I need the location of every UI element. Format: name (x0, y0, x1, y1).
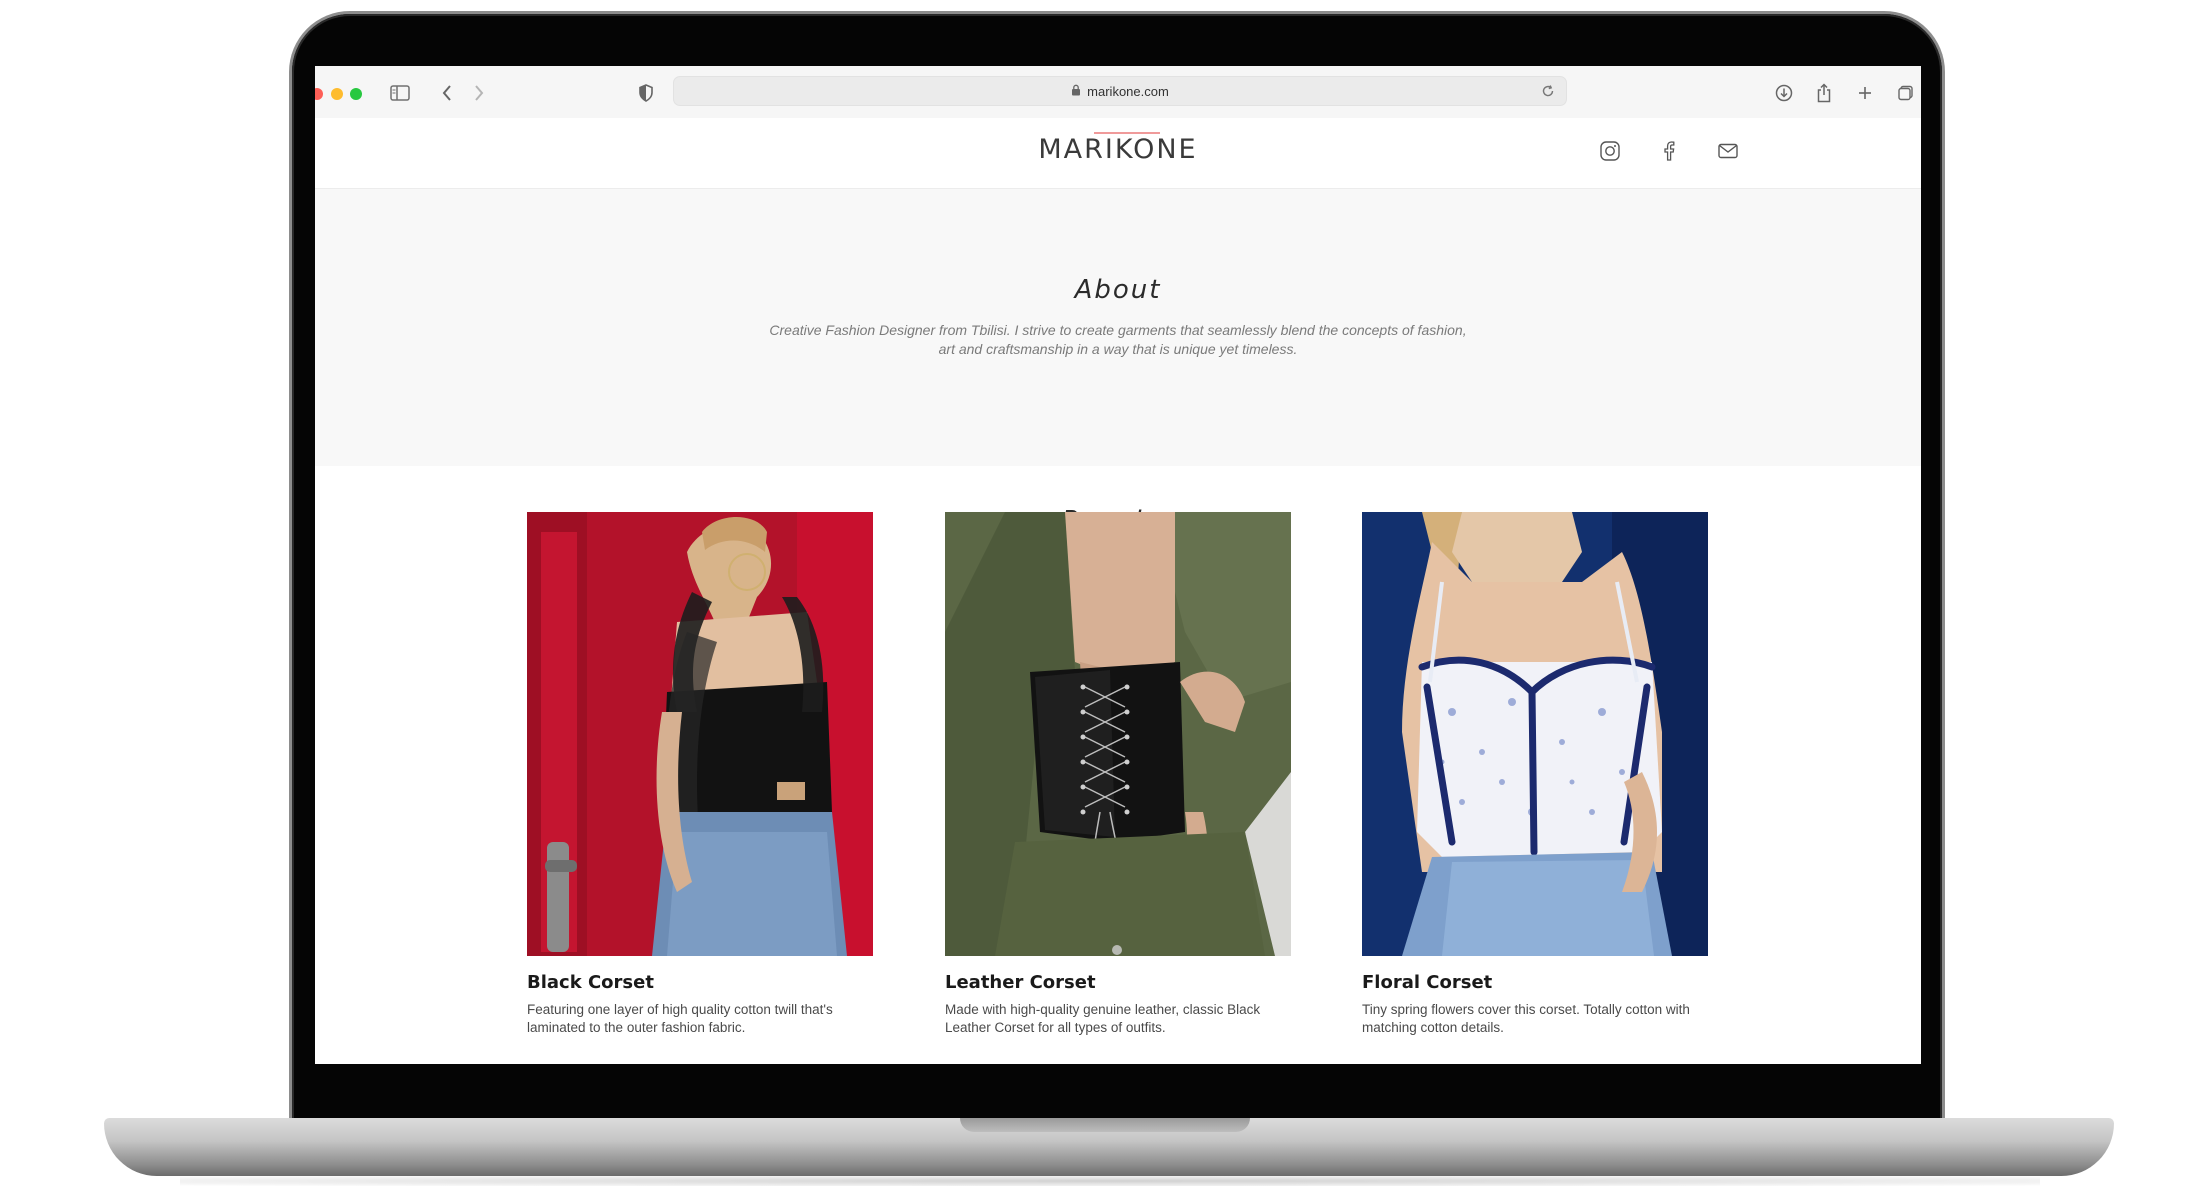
product-description: Made with high-quality genuine leather, … (945, 1002, 1261, 1035)
minimize-window-dot[interactable] (331, 88, 343, 100)
tab-overview-icon[interactable] (1891, 78, 1921, 108)
back-icon[interactable] (432, 78, 462, 108)
share-icon[interactable] (1809, 78, 1839, 108)
browser-toolbar: marikone.com (315, 66, 1921, 119)
browser-window: marikone.com MARIKONE About Creative Fas… (315, 66, 1921, 1064)
laptop-shadow (180, 1176, 2040, 1186)
site-header: MARIKONE (315, 118, 1921, 189)
product-card-leather-corset[interactable]: Leather Corset Made with high-quality ge… (945, 512, 1291, 1052)
close-window-dot[interactable] (315, 88, 323, 100)
forward-icon[interactable] (464, 78, 494, 108)
downloads-icon[interactable] (1769, 78, 1799, 108)
product-card-floral-corset[interactable]: Floral Corset Tiny spring flowers cover … (1362, 512, 1708, 1052)
laptop-notch (960, 1118, 1250, 1132)
reload-icon[interactable] (1538, 81, 1558, 101)
address-bar[interactable]: marikone.com (673, 76, 1567, 106)
about-text: Creative Fashion Designer from Tbilisi. … (769, 322, 1467, 357)
product-title[interactable]: Black Corset (527, 972, 654, 993)
floral-corset-image[interactable] (1362, 512, 1708, 956)
new-tab-icon[interactable] (1850, 78, 1880, 108)
product-card-black-corset[interactable]: Black Corset Featuring one layer of high… (527, 512, 873, 1052)
mockup-stage: marikone.com MARIKONE About Creative Fas… (0, 0, 2197, 1200)
about-section: About Creative Fashion Designer from Tbi… (315, 189, 1921, 466)
instagram-icon[interactable] (1595, 136, 1625, 166)
lock-icon (1071, 84, 1081, 99)
about-title: About (1074, 275, 1162, 305)
black-corset-image[interactable] (527, 512, 873, 956)
privacy-shield-icon[interactable] (631, 78, 661, 108)
product-description: Tiny spring flowers cover this corset. T… (1362, 1002, 1690, 1035)
product-title[interactable]: Leather Corset (945, 972, 1096, 993)
mail-icon[interactable] (1713, 136, 1743, 166)
product-description: Featuring one layer of high quality cott… (527, 1002, 833, 1035)
url-text: marikone.com (1087, 83, 1169, 99)
leather-corset-image[interactable] (945, 512, 1291, 956)
facebook-icon[interactable] (1654, 136, 1684, 166)
product-title[interactable]: Floral Corset (1362, 972, 1492, 993)
sidebar-toggle-icon[interactable] (385, 78, 415, 108)
zoom-window-dot[interactable] (350, 88, 362, 100)
